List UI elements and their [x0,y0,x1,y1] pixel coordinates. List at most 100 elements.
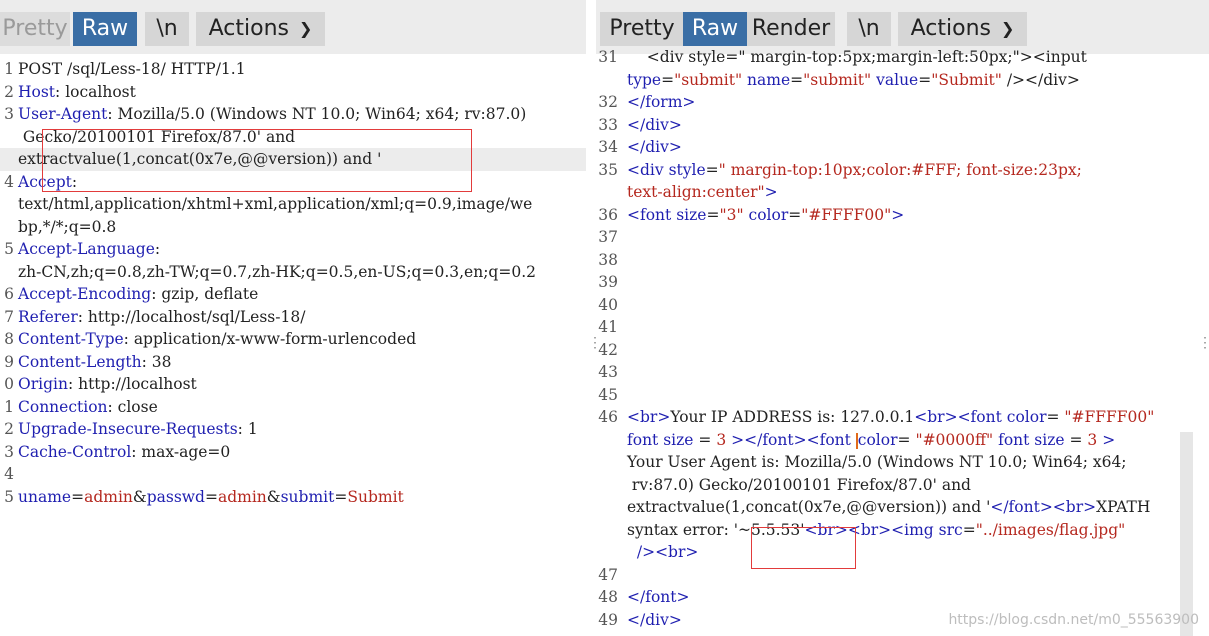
watermark: https://blog.csdn.net/m0_55563900 [948,612,1199,628]
line-number: 31 [598,48,618,66]
code-token: : gzip, deflate [151,285,259,303]
line-number: 3 [4,442,14,461]
code-line: Your User Agent is: Mozilla/5.0 (Windows… [627,453,1127,471]
code-line: </div> [627,138,682,156]
code-token: XPATH [1096,498,1151,516]
code-token: uname [18,487,72,506]
chevron-down-icon: ❯ [298,19,313,38]
code-token: = [693,430,717,449]
chevron-down-icon: ❯ [1000,19,1015,38]
line-number: 5 [4,487,14,506]
code-token: <br><font [914,408,1007,426]
code-token: "#0000ff" [915,430,994,449]
code-token: Origin [18,375,68,393]
code-token: rv:87.0) Gecko/20100101 Firefox/87.0' an… [627,475,971,494]
code-token: : application/x-www-form-urlencoded [123,330,417,348]
line-number: 0 [4,375,14,393]
code-token: : http://localhost [67,375,197,393]
line-number: 38 [598,250,618,269]
code-token: = [204,487,218,506]
line-number: 42 [598,340,618,359]
raw-button[interactable]: Raw [73,12,137,46]
code-token: & [266,487,281,506]
render-button[interactable]: Render [747,12,835,46]
line-number: 1 [4,60,14,78]
code-token: : max-age=0 [131,442,231,461]
code-token: = [661,70,675,89]
pane-resize-handle[interactable]: ⋮ [1198,336,1209,350]
code-token: Your User Agent is: Mozilla/5.0 (Windows… [627,453,1127,471]
raw-button[interactable]: Raw [683,12,747,46]
code-token: 3 [1087,430,1098,449]
code-token: "3" [719,205,744,224]
code-token: > [891,205,905,224]
response-toolbar: Pretty Raw Render \n Actions ❯ [596,0,1209,54]
response-pane: Pretty Raw Render \n Actions ❯ 31 <div st… [596,0,1209,636]
actions-button[interactable]: Actions ❯ [196,12,325,46]
actions-button[interactable]: Actions ❯ [898,12,1027,46]
code-line: User-Agent: Mozilla/5.0 (Windows NT 10.0… [18,105,526,123]
code-token: <div style=" margin-top:5px;margin-left:… [627,48,1087,66]
code-line: Cache-Control: max-age=0 [18,443,230,461]
scrollbar-track[interactable] [1180,432,1193,636]
code-token: : Mozilla/5.0 (Windows NT 10.0; Win64; x… [107,105,527,123]
code-token: </form> [627,93,696,111]
code-token: <font [627,205,677,224]
code-token: POST /sql/Less-18/ HTTP/1.1 [18,60,246,78]
code-token: = [918,70,932,89]
code-token: Referer [18,307,78,326]
response-editor[interactable]: 31 <div style=" margin-top:5px;margin-le… [596,48,1209,636]
code-token: Accept-Language [18,240,155,258]
request-toolbar: Pretty Raw \n Actions ❯ [0,0,586,54]
code-token: ></font><font [731,430,856,449]
actions-label: Actions [910,16,991,41]
code-token: font size [998,430,1065,449]
line-number: 47 [598,565,618,584]
code-token: type [627,70,662,89]
code-token: Connection [18,397,108,416]
code-token: 3 [716,430,727,449]
code-token: = [705,160,719,179]
code-token: </div> [627,138,682,156]
code-line: zh-CN,zh;q=0.8,zh-TW;q=0.7,zh-HK;q=0.5,e… [18,263,536,281]
line-number: 5 [4,240,14,258]
line-number: 40 [598,295,618,314]
code-token: Host [18,82,56,101]
line-number: 43 [598,363,618,381]
code-line: syntax error: '~5.5.53'<br><br><img src=… [627,521,1125,539]
newline-toggle-button[interactable]: \n [847,12,891,46]
line-number: 39 [598,273,618,291]
code-token: Cache-Control [18,442,132,461]
request-pane: Pretty Raw \n Actions ❯ 1 POST /sql/Less-1… [0,0,586,636]
code-token: color [857,430,898,449]
code-token: = [706,205,720,224]
code-line: /><br> [627,543,699,561]
code-token: = [334,487,348,506]
code-line: Host: localhost [18,83,136,101]
code-token: passwd [146,487,205,506]
code-token: <div [627,160,669,179]
code-line: </form> [627,93,695,111]
code-token: </div> [627,115,682,134]
code-token: </div> [627,610,682,629]
code-token: > [1102,430,1116,449]
code-token: = [962,520,976,539]
code-token: admin [217,487,267,506]
line-number: 49 [598,610,618,629]
code-token: text-align:center" [627,183,765,201]
pretty-button[interactable]: Pretty [600,12,684,46]
code-token: Accept-Encoding [18,285,152,303]
newline-toggle-button[interactable]: \n [145,12,189,46]
code-token: name [747,70,791,89]
line-number: 46 [598,408,618,426]
code-token: Upgrade-Insecure-Requests [18,420,238,438]
code-line: Upgrade-Insecure-Requests: 1 [18,420,258,438]
code-token: : http://localhost/sql/Less-18/ [77,307,306,326]
line-number: 8 [4,330,14,348]
line-number: 48 [598,588,618,606]
code-token: "Submit" [931,70,1002,89]
pane-splitter-handle[interactable]: ⋮ [588,336,602,350]
code-token: Content-Type [18,330,124,348]
pretty-button[interactable]: Pretty [0,12,70,46]
code-token: zh-CN,zh;q=0.8,zh-TW;q=0.7,zh-HK;q=0.5,e… [18,262,536,281]
